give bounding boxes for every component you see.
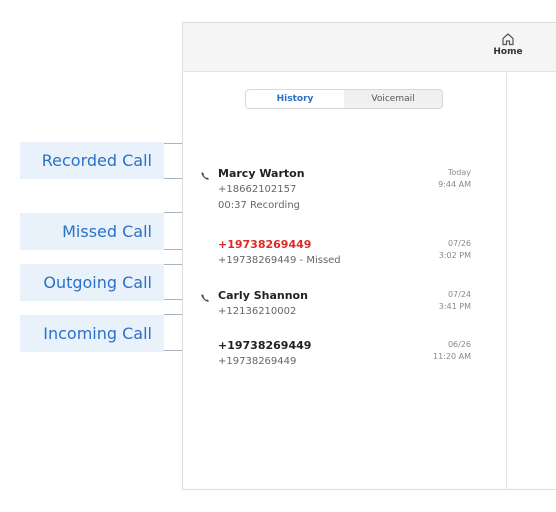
- caller-number: +18662102157: [218, 184, 297, 195]
- missed-call-annotation-text: Missed Call: [62, 222, 152, 241]
- caller-name: Marcy Warton: [218, 167, 305, 180]
- home-label: Home: [493, 47, 523, 57]
- incoming-call-annotation: Incoming Call: [20, 315, 164, 352]
- call-time: 3:41 PM: [438, 302, 471, 311]
- caller-name: +19738269449: [218, 238, 312, 251]
- incoming-connector: [164, 314, 182, 351]
- outgoing-call-icon: [201, 294, 209, 302]
- call-time: 3:02 PM: [438, 251, 471, 260]
- incoming-call-annotation-text: Incoming Call: [43, 324, 152, 343]
- caller-name: +19738269449: [218, 339, 312, 352]
- call-date: 06/26: [447, 340, 471, 349]
- top-navigation-bar: Home: [183, 23, 556, 72]
- caller-number: +12136210002: [218, 306, 297, 317]
- recorded-call-annotation: Recorded Call: [20, 142, 164, 179]
- home-nav-button[interactable]: Home: [493, 32, 523, 57]
- outgoing-call-annotation: Outgoing Call: [20, 264, 164, 301]
- tab-history[interactable]: History: [246, 90, 344, 108]
- caller-number: +19738269449: [218, 356, 297, 367]
- call-time: 11:20 AM: [433, 352, 471, 361]
- caller-name: Carly Shannon: [218, 289, 308, 302]
- call-entry-outgoing[interactable]: Carly Shannon +12136210002 07/24 3:41 PM: [183, 289, 507, 321]
- recorded-connector: [164, 143, 182, 179]
- history-voicemail-tabs: History Voicemail: [245, 89, 443, 109]
- missed-call-annotation: Missed Call: [20, 213, 164, 250]
- outgoing-connector: [164, 264, 182, 300]
- recording-detail: 00:37 Recording: [218, 200, 301, 211]
- call-entry-missed[interactable]: +19738269449 +19738269449 - Missed 07/26…: [183, 238, 507, 270]
- call-date: Today: [447, 168, 471, 177]
- call-date: 07/26: [447, 239, 471, 248]
- home-icon: [502, 33, 514, 46]
- caller-number: +19738269449 - Missed: [218, 255, 341, 266]
- call-time: 9:44 AM: [438, 180, 471, 189]
- recorded-call-icon: [201, 172, 209, 180]
- call-history-panel: History Voicemail Marcy Warton +18662102…: [183, 73, 507, 489]
- call-entry-incoming[interactable]: +19738269449 +19738269449 06/26 11:20 AM: [183, 339, 507, 371]
- missed-connector: [164, 212, 182, 250]
- outgoing-call-annotation-text: Outgoing Call: [43, 273, 152, 292]
- call-entry-recorded[interactable]: Marcy Warton +18662102157 00:37 Recordin…: [183, 167, 507, 213]
- tab-voicemail[interactable]: Voicemail: [344, 90, 442, 108]
- phone-app-window: Home History Voicemail Marcy Warton +186…: [182, 22, 556, 490]
- call-date: 07/24: [447, 290, 471, 299]
- recorded-call-annotation-text: Recorded Call: [41, 151, 152, 170]
